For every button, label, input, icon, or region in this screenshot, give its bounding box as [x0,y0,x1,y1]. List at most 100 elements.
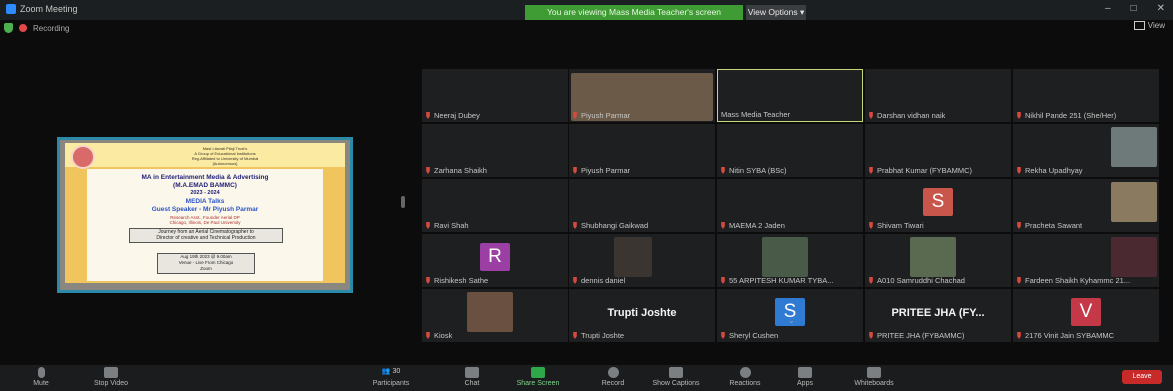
participant-tile[interactable]: Ravi Shah [422,179,568,232]
poster-header: Mast Lilavati Pilaji Trust's A Group of … [65,143,345,169]
chat-icon [465,367,479,378]
avatar: V [1071,298,1101,326]
grid-view-icon [1133,21,1145,30]
college-logo-icon [71,145,95,169]
captions-icon [669,367,683,378]
participant-name: Sheryl Cushen [720,331,778,340]
participant-name: Trupti Joshte [572,331,624,340]
participant-tile[interactable]: Rekha Upadhyay [1013,124,1159,177]
muted-mic-icon [721,332,725,339]
muted-mic-icon [573,277,577,284]
muted-mic-icon [426,222,430,229]
participant-tile[interactable]: Trupti Joshte Trupti Joshte [569,289,715,342]
participant-name: Kiosk [425,331,452,340]
participant-video [1111,127,1157,167]
poster-title-2: (M.A.EMAD BAMMC) [173,182,237,189]
participant-tile[interactable]: V 2176 Vinit Jain SYBAMMC [1013,289,1159,342]
participant-tile[interactable]: 55 ARPITESH KUMAR TYBA... [717,234,863,287]
participants-count: 30 [392,368,401,375]
poster-guest: Guest Speaker - Mr Piyush Parmar [151,206,259,213]
chevron-down-icon[interactable]: ⌄ [788,316,795,325]
participant-tile[interactable]: Mass Media Teacher [717,69,863,122]
participant-tile[interactable]: Darshan vidhan naik [865,69,1011,122]
participant-tile[interactable]: S Shivam Tiwari [865,179,1011,232]
captions-button[interactable]: Show Captions [648,365,704,391]
participant-name: Piyush Parmar [572,166,630,175]
participant-name: Ravi Shah [425,221,469,230]
participant-tile[interactable]: Nikhil Pande 251 (She/Her) [1013,69,1159,122]
window-title: Zoom Meeting [20,4,78,14]
muted-mic-icon [869,167,873,174]
participant-tile[interactable]: dennis daniel [569,234,715,287]
poster-topic-line: Director of creative and Technical Produ… [156,235,256,241]
participant-tile[interactable]: Neeraj Dubey [422,69,568,122]
muted-mic-icon [869,222,873,229]
muted-mic-icon [426,277,430,284]
participant-name: Rekha Upadhyay [1016,166,1083,175]
participant-tile[interactable]: MAEMA 2 Jaden [717,179,863,232]
participant-name: Nikhil Pande 251 (She/Her) [1016,111,1116,120]
participant-name: Shivam Tiwari [868,221,924,230]
shared-screen: Mast Lilavati Pilaji Trust's A Group of … [57,137,353,293]
poster-year: 2023 - 2024 [190,190,220,196]
muted-mic-icon [1017,277,1021,284]
apps-button[interactable]: Apps [790,365,820,391]
poster-header-line: [Autonomous] [212,161,238,166]
participant-tile[interactable]: Shubhangi Gaikwad [569,179,715,232]
shield-icon[interactable] [4,23,13,33]
whiteboards-button[interactable]: Whiteboards [846,365,902,391]
event-poster: Mast Lilavati Pilaji Trust's A Group of … [65,143,345,283]
poster-date-box: Aug 19th 2023 @ 9.00am Venue - Live From… [157,253,255,274]
participant-name: Neeraj Dubey [425,111,480,120]
window-controls: – □ ✕ [1105,3,1165,14]
participant-tile[interactable]: Piyush Parmar [569,69,715,122]
participant-name: Fardeen Shaikh Kyhammc 21... [1016,276,1130,285]
participant-name: Darshan vidhan naik [868,111,945,120]
participant-video [910,237,956,277]
participant-tile[interactable]: PRITEE JHA (FY... PRITEE JHA (FYBAMMC) [865,289,1011,342]
participant-tile[interactable]: Nitin SYBA (BSc) [717,124,863,177]
zoom-logo-icon [6,4,16,14]
share-screen-button[interactable]: Share Screen [513,365,563,391]
participant-name: Mass Media Teacher [721,110,791,119]
participant-tile[interactable]: Kiosk [422,289,568,342]
poster-card: MA in Entertainment Media & Advertising … [87,169,323,281]
splitter-handle[interactable] [401,196,405,208]
view-options-button[interactable]: View Options ▾ [746,5,806,20]
stop-video-button[interactable]: Stop Video [86,365,136,391]
participant-tile[interactable]: R Rishikesh Sathe [422,234,568,287]
participant-tile[interactable]: Pracheta Sawant [1013,179,1159,232]
chat-button[interactable]: Chat [457,365,487,391]
participant-video [1111,237,1157,277]
meeting-toolbar: Mute Stop Video 👥 30 Participants Chat S… [0,365,1173,391]
muted-mic-icon [1017,112,1021,119]
participants-icon: 👥 [381,368,391,375]
participant-name: Nitin SYBA (BSc) [720,166,787,175]
recording-label[interactable]: Recording [33,24,69,33]
reactions-button[interactable]: Reactions [723,365,767,391]
maximize-button[interactable]: □ [1131,3,1137,14]
record-icon [607,367,619,378]
muted-mic-icon [1017,222,1021,229]
record-button[interactable]: Record [595,365,631,391]
mute-button[interactable]: Mute [26,365,56,391]
participant-tile[interactable]: Prabhat Kumar (FYBAMMC) [865,124,1011,177]
participant-tile[interactable]: Fardeen Shaikh Kyhammc 21... [1013,234,1159,287]
minimize-button[interactable]: – [1105,3,1111,14]
leave-button[interactable]: Leave [1122,370,1162,384]
participant-tile[interactable]: Piyush Parmar [569,124,715,177]
participant-name: Pracheta Sawant [1016,221,1082,230]
participants-button[interactable]: 👥 30 Participants [366,365,416,391]
muted-mic-icon [573,332,577,339]
view-button[interactable]: View [1133,21,1165,30]
muted-mic-icon [426,167,430,174]
muted-mic-icon [426,112,430,119]
participant-tile[interactable]: A010 Samruddhi Chachad [865,234,1011,287]
participant-display-name: PRITEE JHA (FY... [891,307,985,319]
muted-mic-icon [573,112,577,119]
participant-name: A010 Samruddhi Chachad [868,276,965,285]
close-button[interactable]: ✕ [1157,3,1165,14]
participant-name: MAEMA 2 Jaden [720,221,785,230]
muted-mic-icon [869,112,873,119]
participant-tile[interactable]: Zarhana Shaikh [422,124,568,177]
